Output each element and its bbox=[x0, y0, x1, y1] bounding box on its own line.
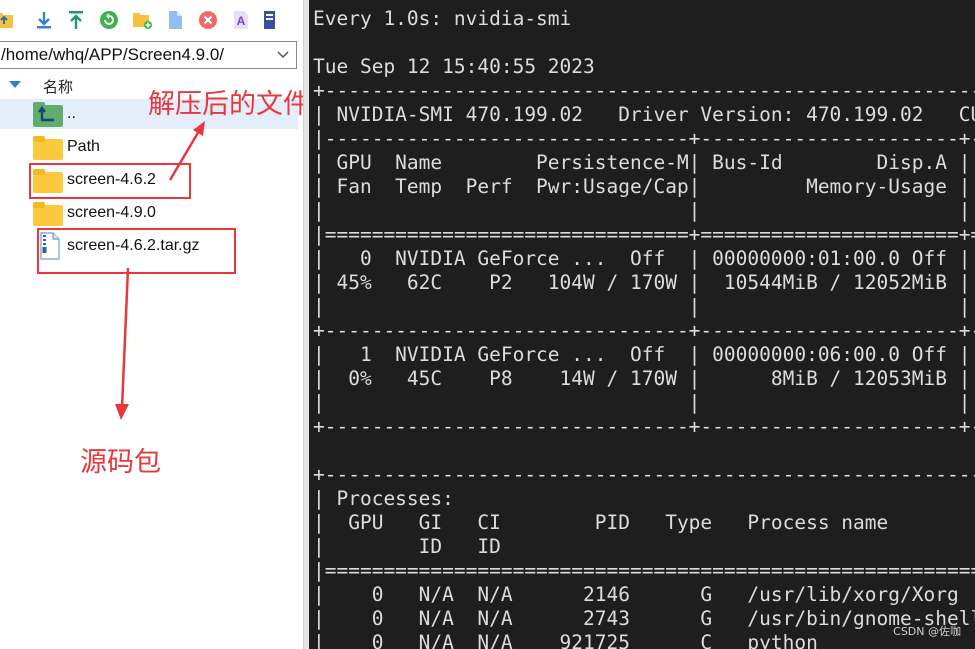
terminal-line: |===============================+=======… bbox=[313, 223, 975, 246]
source-annotation-label: 源码包 bbox=[80, 447, 161, 478]
terminal-line: Tue Sep 12 15:40:55 2023 bbox=[313, 55, 595, 78]
terminal-line: | | | MIG M. | bbox=[313, 199, 971, 222]
terminal-line: | 0 NVIDIA GeForce ... Off | 00000000:01… bbox=[313, 247, 971, 270]
file-name: .. bbox=[67, 105, 76, 122]
terminal-line: | | | N/A | bbox=[313, 295, 971, 318]
source-highlight-box bbox=[37, 228, 236, 274]
properties-icon[interactable] bbox=[258, 8, 282, 32]
watermark-text: CSDN @佐咖 bbox=[893, 625, 961, 638]
terminal-line: +-------------------------------+-------… bbox=[313, 319, 975, 342]
upload-icon[interactable] bbox=[64, 8, 88, 32]
file-name: Path bbox=[67, 138, 100, 155]
file-row-screen-490[interactable]: screen-4.9.0 bbox=[0, 198, 298, 228]
terminal-line: | NVIDIA-SMI 470.199.02 Driver Version: … bbox=[313, 103, 975, 126]
terminal-line: Every 1.0s: nvidia-smi bbox=[313, 7, 572, 30]
terminal-line: | | | N/A | bbox=[313, 391, 971, 414]
terminal-line: | 1 NVIDIA GeForce ... Off | 00000000:06… bbox=[313, 343, 971, 366]
chevron-down-icon[interactable] bbox=[270, 42, 296, 68]
extracted-annotation-label: 解压后的文件 bbox=[148, 89, 303, 120]
file-row-path[interactable]: Path bbox=[0, 132, 298, 162]
terminal-line: | 0 N/A N/A 921725 C python 10531MiB | bbox=[313, 631, 818, 649]
terminal-line: |-------------------------------+-------… bbox=[313, 127, 975, 150]
download-icon[interactable] bbox=[32, 8, 56, 32]
rename-icon[interactable]: A bbox=[229, 8, 253, 32]
terminal-line: +-------------------------------+-------… bbox=[313, 415, 975, 438]
new-file-icon[interactable] bbox=[163, 8, 187, 32]
terminal-line: | Processes: | bbox=[313, 487, 454, 510]
folder-icon bbox=[33, 202, 63, 226]
file-browser-pane: A /home/whq/APP/Screen4.9.0/ 名称 .. Path bbox=[0, 0, 303, 649]
source-arrowhead bbox=[115, 404, 129, 420]
terminal-line: |=======================================… bbox=[313, 559, 975, 582]
new-folder-icon[interactable] bbox=[130, 8, 154, 32]
terminal-line: | 0 N/A N/A 2743 G /usr/bin/gnome-shell … bbox=[313, 607, 975, 630]
terminal-line: | GPU GI CI PID Type Process name GPU Me… bbox=[313, 511, 889, 534]
terminal-line: | 0 N/A N/A 2146 G /usr/lib/xorg/Xorg 4M… bbox=[313, 583, 959, 606]
parent-folder-icon bbox=[33, 102, 63, 127]
path-text[interactable]: /home/whq/APP/Screen4.9.0/ bbox=[0, 45, 270, 65]
terminal-line: +---------------------------------------… bbox=[313, 79, 975, 102]
terminal-line: | GPU Name Persistence-M| Bus-Id Disp.A … bbox=[313, 151, 971, 174]
terminal-line: | ID ID Usage | bbox=[313, 535, 501, 558]
file-name: screen-4.9.0 bbox=[67, 204, 156, 221]
terminal-line: | 45% 62C P2 104W / 170W | 10544MiB / 12… bbox=[313, 271, 971, 294]
delete-icon[interactable] bbox=[196, 8, 220, 32]
folder-icon bbox=[33, 136, 63, 160]
svg-text:A: A bbox=[237, 14, 246, 28]
path-input[interactable]: /home/whq/APP/Screen4.9.0/ bbox=[0, 41, 297, 69]
terminal-line: +---------------------------------------… bbox=[313, 463, 975, 486]
folder-up-icon[interactable] bbox=[0, 8, 16, 32]
refresh-icon[interactable] bbox=[97, 8, 121, 32]
sort-desc-icon[interactable] bbox=[9, 81, 21, 88]
extracted-highlight-box bbox=[29, 163, 191, 199]
terminal-line: | Fan Temp Perf Pwr:Usage/Cap| Memory-Us… bbox=[313, 175, 971, 198]
terminal-window[interactable]: Every 1.0s: nvidia-smi Tue Sep 12 15:40:5… bbox=[309, 0, 975, 649]
column-name-label: 名称 bbox=[43, 79, 74, 96]
terminal-line: | 0% 45C P8 14W / 170W | 8MiB / 12053MiB… bbox=[313, 367, 971, 390]
file-toolbar: A bbox=[0, 6, 303, 36]
source-arrow bbox=[120, 267, 130, 409]
